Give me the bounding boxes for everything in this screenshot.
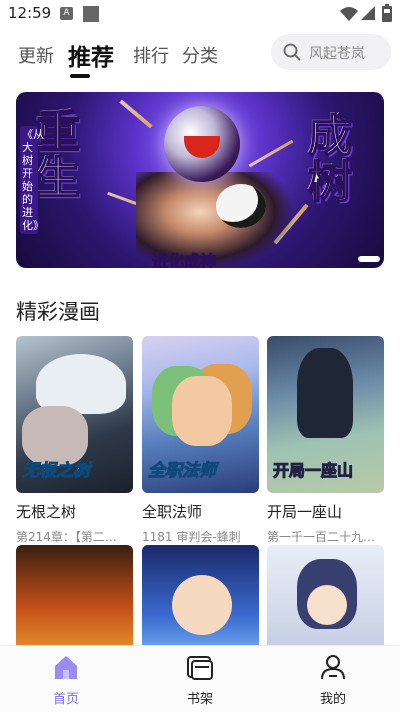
profile-icon [321, 655, 345, 680]
comic-name: 无根之树 [16, 503, 77, 521]
comic-cover[interactable]: 无根之树 [16, 336, 133, 493]
nav-home-label: 首页 [52, 692, 79, 707]
banner-subtitle: 进化成神 [151, 252, 217, 269]
comic-cover[interactable]: 开局一座山 [267, 336, 384, 493]
banner-orb [164, 106, 240, 182]
status-bar: 12:59 A [0, 0, 400, 28]
tab-ranking[interactable]: 排行 [133, 42, 169, 68]
comic-card[interactable]: 无根之树 无根之树 第214章：【第二… [16, 336, 133, 545]
search-bar[interactable]: 风起苍岚 [271, 34, 391, 70]
notification-a-icon: A [60, 7, 73, 20]
nav-profile-label: 我的 [319, 692, 346, 707]
featured-banner[interactable]: 重生 成树 《从大树开始的进化》 进化成神 [16, 92, 384, 268]
nav-home[interactable]: 首页 [16, 652, 116, 707]
banner-title-right: 成树 [307, 111, 353, 208]
nav-profile[interactable]: 我的 [283, 652, 383, 707]
status-time: 12:59 [8, 4, 52, 22]
tab-recommend[interactable]: 推荐 [68, 38, 114, 78]
cover-title: 开局一座山 [272, 461, 354, 481]
battery-icon [382, 4, 392, 22]
section-title: 精彩漫画 [16, 300, 100, 324]
comic-card[interactable]: 开局一座山 开局一座山 第一千一百二十九… [267, 336, 384, 545]
signal-icon [361, 6, 375, 20]
tab-category[interactable]: 分类 [182, 42, 218, 68]
cover-title: 全职法师 [148, 461, 217, 482]
home-icon [55, 656, 77, 679]
banner-title-left: 重生 [35, 107, 81, 204]
comic-name: 开局一座山 [267, 503, 343, 521]
banner-side-caption: 《从大树开始的进化》 [20, 126, 44, 234]
bottom-nav: 首页 书架 我的 [0, 645, 400, 712]
wifi-icon [340, 7, 358, 21]
banner-panda [216, 184, 266, 228]
cover-title: 无根之树 [22, 461, 91, 482]
comic-card[interactable]: 全职法师 全职法师 1181 审判会-蜂刺 [142, 336, 259, 545]
comic-cover[interactable]: 全职法师 [142, 336, 259, 493]
comic-latest-chapter: 1181 审判会-蜂刺 [142, 530, 241, 544]
search-icon [283, 43, 301, 61]
bookshelf-icon [187, 656, 213, 680]
banner-indicator [358, 256, 380, 262]
comic-latest-chapter: 第214章：【第二… [16, 530, 117, 544]
notification-square-icon [83, 6, 99, 22]
nav-bookshelf-label: 书架 [186, 692, 213, 707]
comic-name: 全职法师 [142, 503, 203, 521]
nav-bookshelf[interactable]: 书架 [150, 652, 250, 707]
search-placeholder: 风起苍岚 [309, 46, 365, 62]
comic-latest-chapter: 第一千一百二十九… [267, 530, 376, 544]
top-tab-bar: 更新 推荐 排行 分类 风起苍岚 [0, 28, 400, 78]
tab-update[interactable]: 更新 [18, 42, 54, 68]
